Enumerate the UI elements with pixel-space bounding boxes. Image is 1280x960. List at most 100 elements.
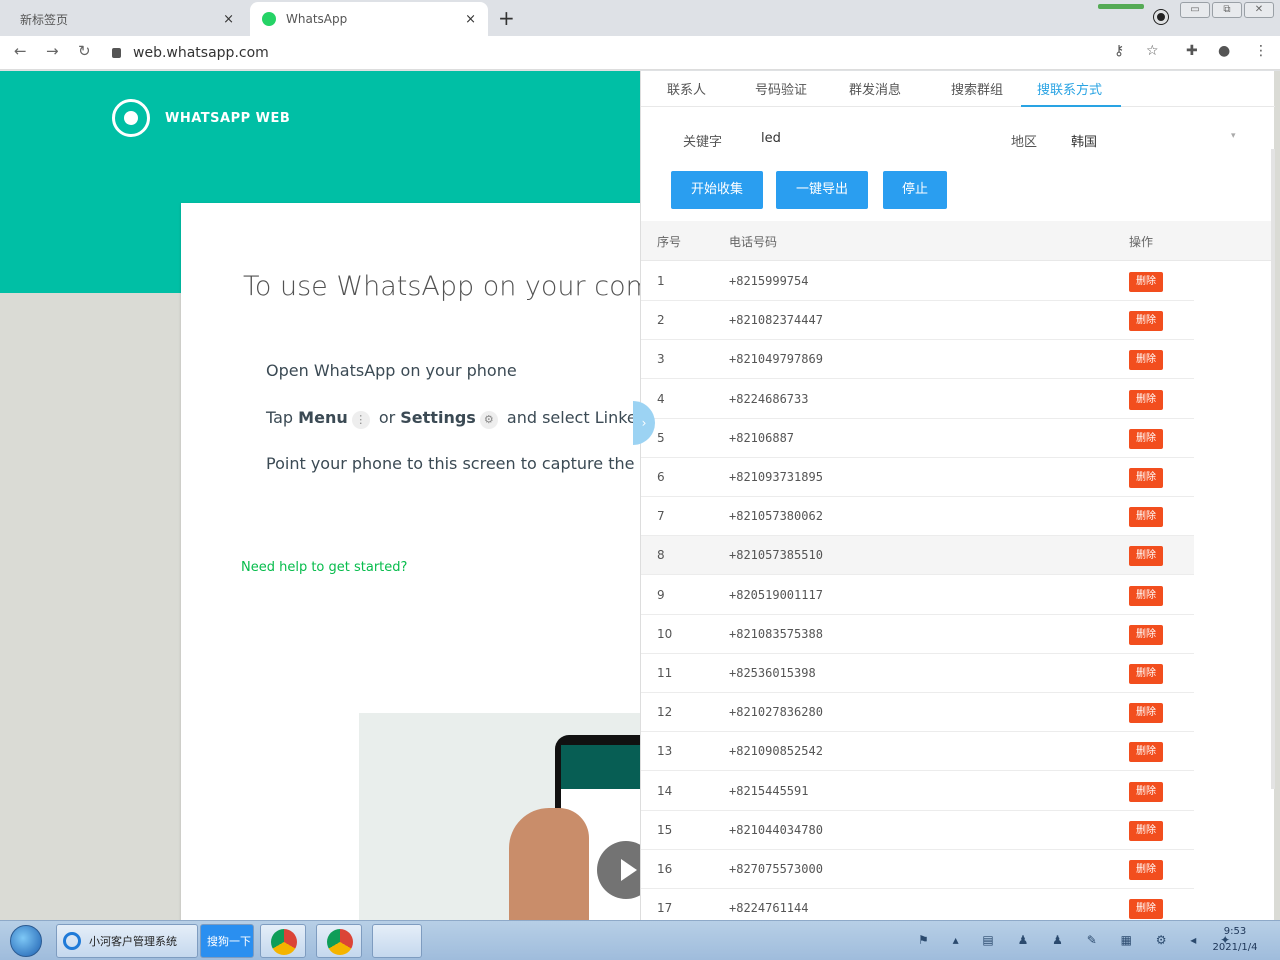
clock-time: 9:53 — [1223, 926, 1247, 937]
delete-button[interactable]: 删除 — [1129, 507, 1163, 528]
back-icon[interactable]: ← — [14, 42, 27, 60]
start-collect-button[interactable]: 开始收集 — [671, 171, 763, 209]
tab-contacts[interactable]: 联系人 — [667, 79, 706, 98]
address-bar[interactable]: web.whatsapp.com — [112, 40, 1172, 66]
row-index: 6 — [657, 470, 665, 484]
chrome-icon[interactable] — [260, 924, 306, 958]
taskbar-app-crm[interactable]: 小河客户管理系统 — [56, 924, 198, 958]
tab-broadcast[interactable]: 群发消息 — [849, 79, 901, 98]
menu-icon[interactable]: ⋮ — [1254, 43, 1268, 59]
panel-tabs: 联系人 号码验证 群发消息 搜索群组 搜联系方式 — [641, 71, 1275, 107]
key-icon[interactable]: ⚷ — [1114, 43, 1124, 59]
row-index: 12 — [657, 705, 673, 720]
row-phone: +820519001117 — [729, 587, 823, 602]
active-tab-indicator — [1021, 105, 1121, 107]
row-phone: +82106887 — [729, 430, 795, 445]
hand-illustration — [509, 808, 589, 920]
start-button[interactable] — [10, 925, 42, 957]
star-icon[interactable]: ☆ — [1146, 43, 1159, 59]
export-button[interactable]: 一键导出 — [776, 171, 868, 209]
row-phone: +821044034780 — [729, 822, 823, 837]
tutorial-video[interactable] — [359, 713, 651, 920]
delete-button[interactable]: 删除 — [1129, 860, 1163, 880]
chevron-down-icon[interactable]: ▾ — [1231, 131, 1236, 141]
keyword-label: 关键字 — [683, 135, 723, 150]
close-window-icon[interactable]: ✕ — [1244, 2, 1274, 18]
step-2-or: or — [373, 408, 401, 427]
delete-button[interactable]: 删除 — [1129, 742, 1163, 763]
delete-button[interactable]: 删除 — [1129, 546, 1163, 567]
table-row: 9 +820519001117 删除 — [641, 576, 1194, 615]
delete-button[interactable]: 删除 — [1129, 389, 1163, 410]
row-index: 11 — [657, 666, 673, 680]
row-index: 2 — [657, 313, 665, 328]
restore-icon[interactable]: ⧉ — [1212, 2, 1242, 18]
reload-icon[interactable]: ↻ — [78, 42, 91, 60]
delete-button[interactable]: 删除 — [1129, 311, 1163, 332]
column-header-index: 序号 — [657, 235, 682, 249]
row-phone: +821049797869 — [729, 352, 823, 367]
row-phone: +821083575388 — [729, 626, 823, 641]
stop-button[interactable]: 停止 — [883, 171, 947, 209]
browser-toolbar: ← → ↻ web.whatsapp.com ⚷ ☆ ✚ ● ⋮ — [0, 36, 1280, 70]
record-icon[interactable] — [1154, 10, 1168, 24]
region-select[interactable]: 韩国 — [1071, 131, 1097, 150]
table-row: 7 +821057380062 删除 — [641, 497, 1194, 537]
close-icon[interactable]: × — [465, 12, 476, 27]
tablet-app-icon[interactable] — [372, 924, 422, 958]
delete-button[interactable]: 删除 — [1129, 781, 1163, 802]
row-phone: +821090852542 — [729, 744, 823, 759]
step-2-prefix: Tap — [266, 408, 299, 427]
delete-button[interactable]: 删除 — [1129, 468, 1163, 488]
table-header: 序号 电话号码 操作 — [641, 221, 1275, 261]
page-title: To use WhatsApp on your computer: — [243, 271, 651, 302]
scrollbar[interactable] — [1271, 149, 1275, 789]
tab-verify[interactable]: 号码验证 — [755, 79, 807, 98]
tab-search-groups[interactable]: 搜索群组 — [951, 79, 1003, 98]
system-tray[interactable]: ⚑ ▴ ▤ ♟ ♟ ✎ ▦ ⚙ ◂ ✦ — [918, 933, 1240, 947]
clock[interactable]: 9:53 2021/1/4 — [1200, 924, 1270, 956]
row-index: 16 — [657, 862, 673, 876]
step-3: Point your phone to this screen to captu… — [266, 454, 651, 473]
row-index: 5 — [657, 430, 665, 445]
row-phone: +82536015398 — [729, 666, 816, 680]
delete-button[interactable]: 删除 — [1129, 272, 1163, 292]
page-content: WHATSAPP WEB To use WhatsApp on your com… — [0, 71, 1280, 920]
settings-word: Settings — [400, 408, 476, 427]
extensions-icon[interactable]: ✚ — [1186, 43, 1198, 59]
row-index: 4 — [657, 391, 665, 406]
close-icon[interactable]: × — [223, 12, 234, 27]
window-controls: ▭ ⧉ ✕ — [1180, 2, 1274, 18]
forward-icon[interactable]: → — [46, 42, 59, 60]
tab-whatsapp[interactable]: WhatsApp × — [250, 2, 488, 36]
keyword-input[interactable]: led — [761, 131, 781, 146]
delete-button[interactable]: 删除 — [1129, 585, 1163, 606]
tab-search-contacts[interactable]: 搜联系方式 — [1037, 79, 1102, 98]
row-phone: +821057380062 — [729, 509, 823, 524]
profile-icon[interactable]: ● — [1218, 43, 1230, 59]
table-row: 2 +821082374447 删除 — [641, 301, 1194, 341]
table-row: 17 +8224761144 删除 — [641, 889, 1194, 920]
table-row: 14 +8215445591 删除 — [641, 772, 1194, 811]
delete-button[interactable]: 删除 — [1129, 624, 1163, 645]
row-phone: +821093731895 — [729, 470, 823, 484]
row-index: 10 — [657, 626, 673, 641]
delete-button[interactable]: 删除 — [1129, 428, 1163, 449]
delete-button[interactable]: 删除 — [1129, 820, 1163, 841]
browser-icon[interactable] — [316, 924, 362, 958]
table-row: 10 +821083575388 删除 — [641, 615, 1194, 654]
minimize-icon[interactable]: ▭ — [1180, 2, 1210, 18]
delete-button[interactable]: 删除 — [1129, 899, 1163, 920]
extension-panel: 联系人 号码验证 群发消息 搜索群组 搜联系方式 关键字 led 地区 韩国 ▾… — [640, 71, 1275, 920]
new-tab-button[interactable]: + — [498, 6, 515, 30]
tab-new[interactable]: 新标签页 × — [8, 2, 246, 36]
table-row: 12 +821027836280 删除 — [641, 693, 1194, 733]
delete-button[interactable]: 删除 — [1129, 703, 1163, 724]
delete-button[interactable]: 删除 — [1129, 664, 1163, 684]
step-1: Open WhatsApp on your phone — [266, 361, 517, 380]
settings-icon: ⚙ — [479, 411, 498, 429]
help-link[interactable]: Need help to get started? — [241, 560, 407, 575]
delete-button[interactable]: 删除 — [1129, 350, 1163, 371]
taskbar-app-sogou[interactable]: 搜狗一下 — [200, 924, 254, 958]
row-index: 13 — [657, 744, 673, 759]
